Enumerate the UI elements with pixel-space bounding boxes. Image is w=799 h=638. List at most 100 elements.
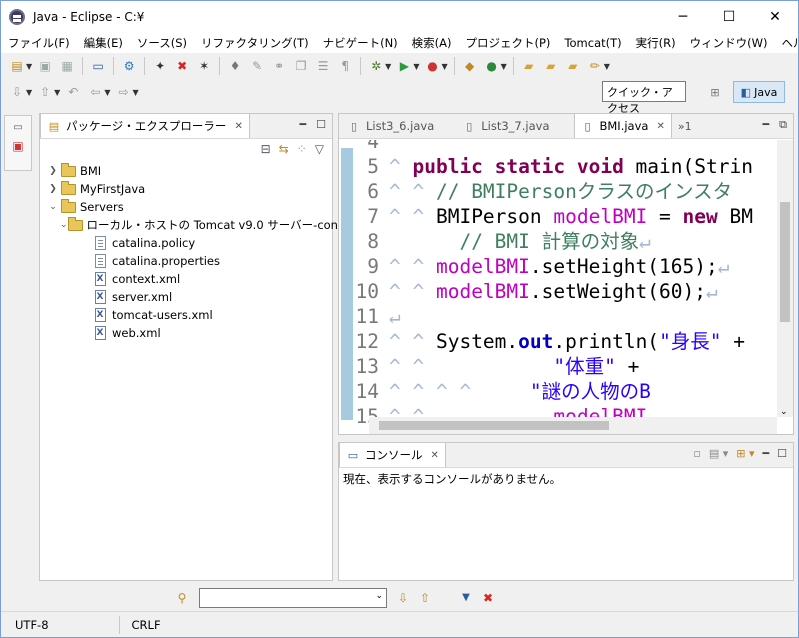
collapse-icon[interactable]: ⌄ xyxy=(46,202,60,212)
save-all-icon[interactable]: ▦ xyxy=(59,58,75,74)
tree-node-servers[interactable]: ⌄ Servers xyxy=(46,198,332,216)
minimize-view-icon[interactable]: ━ xyxy=(300,118,307,131)
chevron-down-icon[interactable]: ⌄ xyxy=(375,591,383,601)
open-console-icon[interactable]: ⊞ ▾ xyxy=(736,447,754,460)
code-line[interactable]: 9 ^ ^ modelBMI.setHeight(165);↵ xyxy=(339,254,793,279)
collapse-all-icon[interactable]: ⊟ xyxy=(261,142,271,156)
tab-overflow-button[interactable]: »1 xyxy=(672,114,698,138)
close-icon[interactable]: ✕ xyxy=(234,121,242,132)
settings-icon[interactable]: ⚙ xyxy=(121,58,137,74)
pen-icon[interactable]: ✎ xyxy=(249,58,265,74)
back-dropdown-icon[interactable]: ▼ xyxy=(104,88,110,97)
java-perspective-button[interactable]: ◧ Java xyxy=(733,81,785,103)
package-explorer-tab[interactable]: ▤ パッケージ・エクスプローラー ✕ xyxy=(40,113,250,138)
menu-run[interactable]: 実行(R) xyxy=(629,35,683,51)
new-package-icon[interactable]: ◆ xyxy=(462,58,478,74)
forward-icon[interactable]: ⇨ xyxy=(115,84,131,100)
maximize-button[interactable]: ☐ xyxy=(706,1,752,33)
prev-annotation-dropdown-icon[interactable]: ▼ xyxy=(54,88,60,97)
menu-search[interactable]: 検索(A) xyxy=(405,35,459,51)
editor-tab-active[interactable]: ▯ BMI.java ✕ xyxy=(573,113,672,138)
prev-annotation-icon[interactable]: ⇧ xyxy=(37,84,53,100)
tree-node-file[interactable]: X context.xml xyxy=(46,270,332,288)
expand-icon[interactable]: ❯ xyxy=(46,184,60,194)
link-icon[interactable]: ⚭ xyxy=(271,58,287,74)
open-resource-icon[interactable]: ▰ xyxy=(565,58,581,74)
menu-project[interactable]: プロジェクト(P) xyxy=(459,35,558,51)
forward-dropdown-icon[interactable]: ▼ xyxy=(132,88,138,97)
menu-edit[interactable]: 編集(E) xyxy=(77,35,130,51)
pencil-dropdown-icon[interactable]: ▼ xyxy=(604,62,610,71)
scroll-down-icon[interactable]: ⌄ xyxy=(780,407,788,417)
maximize-view-icon[interactable]: ☐ xyxy=(777,447,787,460)
find-input[interactable]: ⌄ xyxy=(199,588,387,608)
quick-access-input[interactable]: クイック・アクセス xyxy=(602,81,686,115)
tree-node-file[interactable]: catalina.properties xyxy=(46,252,332,270)
minimize-view-icon[interactable]: ━ xyxy=(763,447,770,460)
tree-node-file[interactable]: X web.xml xyxy=(46,324,332,342)
maximize-view-icon[interactable]: ⧉ xyxy=(779,118,787,132)
minimize-view-icon[interactable]: ━ xyxy=(763,118,770,132)
servers-view-icon[interactable]: ▣ xyxy=(5,139,31,153)
tomcat-stop-icon[interactable]: ✖ xyxy=(174,58,190,74)
focus-icon[interactable]: ⁘ xyxy=(297,142,307,156)
tomcat-start-icon[interactable]: ✦ xyxy=(152,58,168,74)
code-line[interactable]: 6 ^ ^ // BMIPersonクラスのインスタ xyxy=(339,179,793,204)
close-icon[interactable]: ✕ xyxy=(431,450,439,461)
run-dropdown-icon[interactable]: ▼ xyxy=(413,62,419,71)
link-with-editor-icon[interactable]: ⇆ xyxy=(279,142,289,156)
code-editor[interactable]: 4 5 ^ public static void main(Strin 6 ^ ^ //… xyxy=(339,140,793,434)
open-type-icon[interactable]: ▰ xyxy=(543,58,559,74)
editor-tab[interactable]: ▯ List3_7.java xyxy=(440,114,555,138)
vertical-scrollbar[interactable]: ⌄ xyxy=(777,140,793,417)
tree-node-bmi[interactable]: ❯ BMI xyxy=(46,162,332,180)
open-perspective-button[interactable]: ⊞ xyxy=(703,81,727,103)
back-icon[interactable]: ⇦ xyxy=(87,84,103,100)
code-line[interactable]: 13 ^ ^ "体重" + xyxy=(339,354,793,379)
maximize-view-icon[interactable]: ☐ xyxy=(316,118,326,131)
debug-dropdown-icon[interactable]: ▼ xyxy=(385,62,391,71)
next-annotation-dropdown-icon[interactable]: ▼ xyxy=(26,88,32,97)
tree-node-file[interactable]: X tomcat-users.xml xyxy=(46,306,332,324)
code-line[interactable]: 7 ^ ^ BMIPerson modelBMI = new BM xyxy=(339,204,793,229)
editor-tab[interactable]: ▯ List3_6.java xyxy=(339,114,440,138)
tree-node-tomcat-config[interactable]: ⌄ ローカル・ホストの Tomcat v9.0 サーバー-config xyxy=(46,216,353,234)
expand-icon[interactable]: ❯ xyxy=(46,166,60,176)
code-line[interactable]: 8 // BMI 計算の対象↵ xyxy=(339,229,793,254)
scroll-thumb[interactable] xyxy=(780,202,790,322)
pin-console-icon[interactable]: ▫ xyxy=(693,447,700,460)
close-window-button[interactable]: ✕ xyxy=(752,1,798,33)
copy-icon[interactable]: ❐ xyxy=(293,58,309,74)
menu-window[interactable]: ウィンドウ(W) xyxy=(683,35,775,51)
new-icon[interactable]: ▤ xyxy=(9,58,25,74)
find-previous-icon[interactable]: ⇧ xyxy=(417,590,433,606)
menu-tomcat[interactable]: Tomcat(T) xyxy=(557,36,628,50)
save-icon[interactable]: ▣ xyxy=(37,58,53,74)
menu-file[interactable]: ファイル(F) xyxy=(1,35,77,51)
external-dropdown-icon[interactable]: ▼ xyxy=(441,62,447,71)
code-line[interactable]: 14 ^ ^ ^ ^ "謎の人物のB xyxy=(339,379,793,404)
tomcat-restart-icon[interactable]: ✶ xyxy=(196,58,212,74)
debug-icon[interactable]: ✲ xyxy=(368,58,384,74)
paragraph-icon[interactable]: ¶ xyxy=(337,58,353,74)
code-line[interactable]: 12 ^ ^ System.out.println("身長" + xyxy=(339,329,793,354)
pencil-icon[interactable]: ✏ xyxy=(587,58,603,74)
code-line[interactable]: 5 ^ public static void main(Strin xyxy=(339,154,793,179)
scroll-thumb[interactable] xyxy=(379,421,609,430)
last-edit-icon[interactable]: ↶ xyxy=(65,84,81,100)
find-next-icon[interactable]: ⇩ xyxy=(395,590,411,606)
open-folder-icon[interactable]: ▰ xyxy=(521,58,537,74)
code-line[interactable]: 4 xyxy=(339,140,793,154)
display-console-icon[interactable]: ▤ ▾ xyxy=(709,447,728,460)
restore-icon[interactable]: ▭ xyxy=(5,122,31,133)
list-icon[interactable]: ☰ xyxy=(315,58,331,74)
menu-help[interactable]: ヘルプ(H) xyxy=(774,35,798,51)
new-class-dropdown-icon[interactable]: ▼ xyxy=(501,62,507,71)
close-icon[interactable]: ✕ xyxy=(656,121,664,132)
new-class-icon[interactable]: ● xyxy=(484,58,500,74)
menu-refactor[interactable]: リファクタリング(T) xyxy=(194,35,316,51)
view-menu-icon[interactable]: ▽ xyxy=(315,142,324,156)
tree-node-file[interactable]: catalina.policy xyxy=(46,234,332,252)
menu-source[interactable]: ソース(S) xyxy=(130,35,194,51)
run-icon[interactable]: ▶ xyxy=(396,58,412,74)
